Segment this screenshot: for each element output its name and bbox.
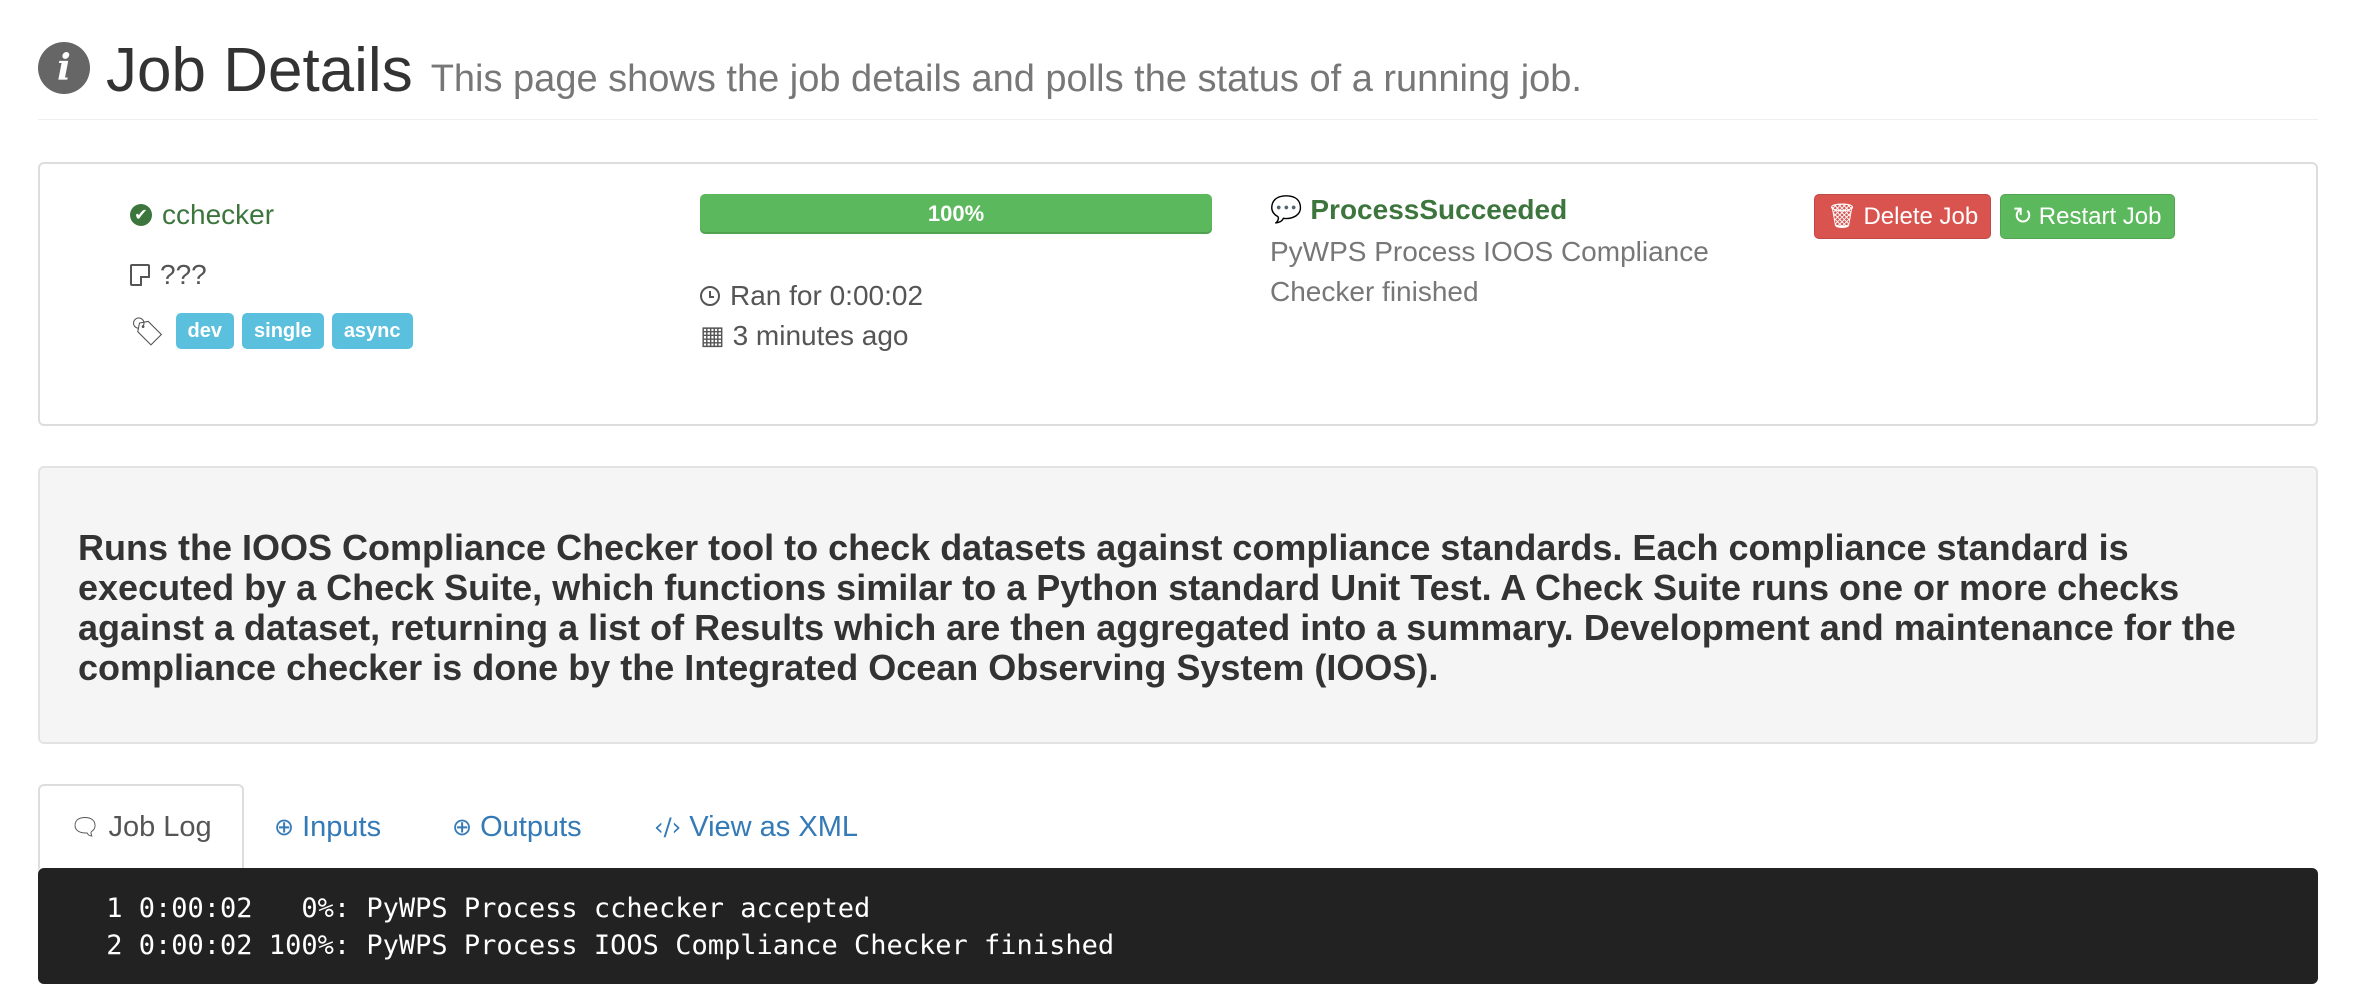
tab-job-log[interactable]: 🗨 Job Log: [38, 784, 244, 870]
restart-job-label: Restart Job: [2038, 203, 2162, 230]
job-summary-panel: ✔ cchecker ??? 🏷 dev single async 100% R…: [38, 162, 2318, 426]
tab-outputs[interactable]: ⊕ Outputs: [452, 784, 582, 870]
job-tabs: 🗨 Job Log ⊕ Inputs ⊕ Outputs ‹/› View as…: [38, 784, 2318, 870]
process-description: Runs the IOOS Compliance Checker tool to…: [38, 466, 2318, 744]
comment-icon: 💬: [1270, 195, 1303, 225]
job-actions: 🗑 Delete Job ↻ Restart Job: [1814, 194, 2179, 239]
tab-label: Inputs: [302, 811, 382, 843]
restart-job-button[interactable]: ↻ Restart Job: [1999, 194, 2175, 239]
clock-icon: [700, 286, 720, 306]
log-line: 2 0:00:02 100%: PyWPS Process IOOS Compl…: [90, 930, 1115, 961]
tag-badge: single: [242, 313, 324, 349]
job-status: 💬 ProcessSucceeded PyWPS Process IOOS Co…: [1270, 194, 1730, 312]
comments-icon: 🗨: [70, 813, 101, 841]
tag-badge: dev: [175, 313, 235, 349]
tab-inputs[interactable]: ⊕ Inputs: [274, 784, 381, 870]
delete-job-button[interactable]: 🗑 Delete Job: [1814, 194, 1992, 239]
page-header: i Job Details This page shows the job de…: [38, 36, 2318, 120]
process-row: ✔ cchecker: [130, 194, 421, 236]
tags-icon: 🏷: [130, 314, 166, 348]
page-title: Job Details: [106, 36, 413, 105]
job-identity: ✔ cchecker ??? 🏷 dev single async: [130, 194, 421, 352]
status-message: PyWPS Process IOOS Compliance Checker fi…: [1270, 236, 1709, 307]
job-log: 1 0:00:02 0%: PyWPS Process cchecker acc…: [38, 868, 2318, 984]
job-progress: 100% Ran for 0:00:02 ▦ 3 minutes ago: [700, 194, 1212, 356]
info-icon: i: [38, 42, 90, 94]
sticky-note-icon: [130, 264, 150, 286]
description-text: Runs the IOOS Compliance Checker tool to…: [78, 527, 2236, 688]
job-duration: Ran for 0:00:02: [730, 280, 924, 311]
tag-badge: async: [331, 313, 413, 349]
tab-label: Job Log: [108, 811, 212, 843]
check-circle-icon: ✔: [130, 204, 152, 226]
log-line: 1 0:00:02 0%: PyWPS Process cchecker acc…: [90, 893, 871, 924]
process-name: cchecker: [162, 199, 275, 230]
trash-icon: 🗑: [1827, 202, 1858, 230]
arrow-circle-down-icon: ⊕: [274, 813, 295, 841]
progress-bar: 100%: [700, 194, 1212, 234]
job-title: ???: [160, 259, 207, 290]
finished-row: ▦ 3 minutes ago: [700, 316, 1212, 356]
calendar-icon: ▦: [700, 321, 725, 351]
status-row: 💬 ProcessSucceeded: [1270, 194, 1730, 226]
code-icon: ‹/›: [654, 813, 682, 841]
tab-label: Outputs: [480, 811, 582, 843]
tab-label: View as XML: [689, 811, 858, 843]
page: i Job Details This page shows the job de…: [0, 0, 2362, 998]
arrow-circle-up-icon: ⊕: [452, 813, 473, 841]
tab-view-as-xml[interactable]: ‹/› View as XML: [654, 784, 858, 870]
job-title-row: ???: [130, 254, 421, 296]
job-finished: 3 minutes ago: [732, 320, 909, 351]
duration-row: Ran for 0:00:02: [700, 276, 1212, 316]
delete-job-label: Delete Job: [1863, 203, 1979, 230]
refresh-icon: ↻: [2012, 202, 2033, 230]
status-label: ProcessSucceeded: [1310, 194, 1568, 225]
page-subtitle: This page shows the job details and poll…: [430, 58, 1582, 100]
tags-row: 🏷 dev single async: [130, 310, 421, 352]
